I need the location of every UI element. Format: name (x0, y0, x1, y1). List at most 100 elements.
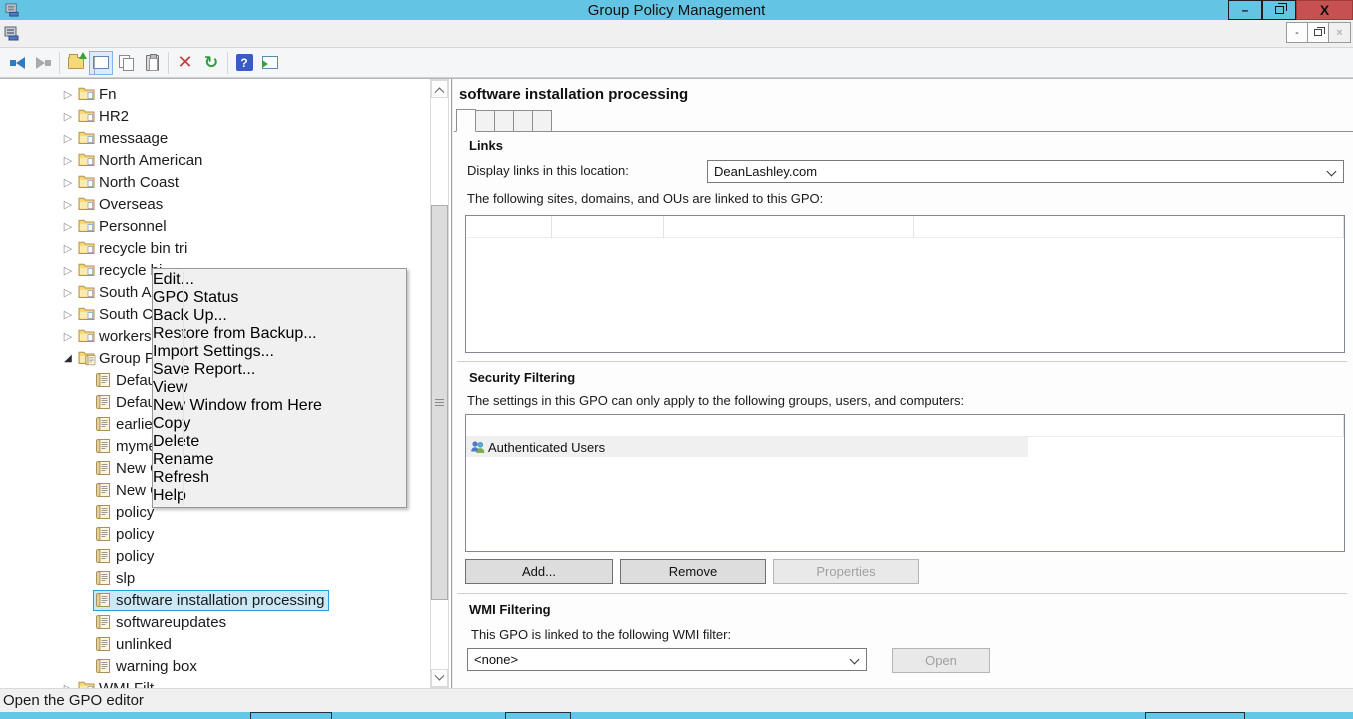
help-button[interactable]: ? (231, 51, 257, 75)
security-filtering-description: The settings in this GPO can only apply … (467, 393, 964, 408)
console-icon (4, 26, 20, 41)
context-menu-item[interactable]: Back Up... (153, 307, 406, 325)
tree-item[interactable]: Personnel (0, 215, 430, 237)
tree-expand-arrow-icon[interactable] (60, 682, 76, 689)
tree-expand-arrow-icon[interactable] (60, 132, 76, 145)
context-menu-item[interactable]: New Window from Here (153, 397, 406, 415)
context-menu-item[interactable]: Save Report... (153, 361, 406, 379)
maximize-button[interactable] (1262, 0, 1296, 20)
tree-item[interactable]: softwareupdates (0, 611, 430, 633)
tree-item-icon (78, 196, 95, 212)
tab[interactable] (475, 110, 495, 131)
scrollbar-down-button[interactable] (431, 669, 448, 687)
tree-item-icon (95, 504, 112, 520)
refresh-button[interactable]: ↻ (198, 51, 224, 75)
tree-item[interactable]: North American (0, 149, 430, 171)
wmi-filter-dropdown[interactable]: <none> (467, 648, 867, 671)
column-header[interactable] (664, 216, 914, 238)
show-console-tree-button[interactable] (89, 51, 113, 75)
remove-button[interactable]: Remove (620, 559, 766, 584)
tree-item-label: unlinked (116, 636, 172, 653)
close-button[interactable]: X (1296, 0, 1353, 20)
column-header[interactable] (552, 216, 664, 238)
location-dropdown[interactable]: DeanLashley.com (707, 160, 1344, 183)
paste-button[interactable] (139, 51, 165, 75)
context-menu-item[interactable]: Copy (153, 415, 406, 433)
minimize-button[interactable]: – (1228, 0, 1262, 20)
context-menu-item-label: Copy (153, 415, 190, 432)
column-header[interactable] (1335, 415, 1344, 437)
tree-item[interactable]: HR2 (0, 105, 430, 127)
export-list-button[interactable] (257, 51, 283, 75)
tree-expand-arrow-icon[interactable] (60, 286, 76, 299)
links-table[interactable] (465, 215, 1345, 353)
tree-expand-arrow-icon[interactable] (60, 264, 76, 277)
scrollbar-up-button[interactable] (431, 80, 448, 98)
tree-scrollbar[interactable] (430, 79, 449, 688)
tree-item[interactable]: warning box (0, 655, 430, 677)
tree-expand-arrow-icon[interactable] (60, 308, 76, 321)
open-button[interactable]: Open (892, 648, 990, 673)
tree-expand-arrow-icon[interactable] (60, 330, 76, 343)
tree-expand-arrow-icon[interactable] (60, 110, 76, 123)
menu-item[interactable] (26, 20, 46, 47)
display-links-label: Display links in this location: (467, 163, 629, 178)
copy-button[interactable] (113, 51, 139, 75)
tree-item[interactable]: slp (0, 567, 430, 589)
context-menu-item[interactable]: Edit... (153, 271, 406, 289)
tree-item-label: myme (116, 438, 157, 455)
context-menu-item[interactable]: Import Settings... (153, 343, 406, 361)
tree-item[interactable]: Fn (0, 83, 430, 105)
mdi-restore-button[interactable] (1308, 23, 1329, 42)
tree-item[interactable]: North Coast (0, 171, 430, 193)
column-header[interactable] (466, 216, 552, 238)
menu-item[interactable] (66, 20, 86, 47)
tree-item[interactable]: Overseas (0, 193, 430, 215)
tree-expand-arrow-icon[interactable] (60, 352, 76, 364)
context-menu-item[interactable]: Delete (153, 433, 406, 451)
up-one-level-button[interactable] (63, 51, 89, 75)
context-menu-item[interactable]: Refresh (153, 469, 406, 487)
mdi-close-button[interactable]: × (1329, 23, 1350, 42)
tree-item[interactable]: WMI Filt (0, 677, 430, 688)
tree-item[interactable]: policy (0, 545, 430, 567)
menu-item[interactable] (106, 20, 126, 47)
delete-button[interactable]: ✕ (172, 51, 198, 75)
tree-item[interactable]: messaage (0, 127, 430, 149)
scrollbar-thumb[interactable] (431, 205, 448, 600)
column-header[interactable] (1335, 216, 1344, 238)
forward-button[interactable] (30, 51, 56, 75)
menu-item[interactable] (46, 20, 66, 47)
context-menu-item[interactable]: View (153, 379, 406, 397)
tree-expand-arrow-icon[interactable] (60, 176, 76, 189)
add-button[interactable]: Add... (465, 559, 613, 584)
column-header[interactable] (914, 216, 1335, 238)
tree-item[interactable]: unlinked (0, 633, 430, 655)
properties-button[interactable]: Properties (773, 559, 919, 584)
tree-expand-arrow-icon[interactable] (60, 242, 76, 255)
security-filtering-table[interactable]: Authenticated Users (465, 414, 1345, 552)
tree-item[interactable]: policy (0, 523, 430, 545)
tab[interactable] (456, 109, 476, 132)
gpmc-window: Group Policy Management – X - × (0, 0, 1353, 719)
tree-item[interactable]: recycle bin tri (0, 237, 430, 259)
paste-icon (146, 55, 159, 71)
column-header[interactable] (466, 415, 1335, 437)
mdi-minimize-button[interactable]: - (1287, 23, 1308, 42)
security-principal-row[interactable]: Authenticated Users (466, 437, 1028, 457)
context-menu-item[interactable]: Rename (153, 451, 406, 469)
context-menu-item[interactable]: GPO Status (153, 289, 406, 307)
tab[interactable] (513, 110, 533, 131)
tree-item-icon (95, 482, 112, 498)
tree-expand-arrow-icon[interactable] (60, 220, 76, 233)
tree-item[interactable]: software installation processing (0, 589, 430, 611)
tree-expand-arrow-icon[interactable] (60, 154, 76, 167)
tab[interactable] (494, 110, 514, 131)
tree-expand-arrow-icon[interactable] (60, 198, 76, 211)
menu-item[interactable] (86, 20, 106, 47)
tree-expand-arrow-icon[interactable] (60, 88, 76, 101)
context-menu-item[interactable]: Help (153, 487, 406, 505)
back-button[interactable] (4, 51, 30, 75)
tab[interactable] (532, 110, 552, 131)
context-menu-item[interactable]: Restore from Backup... (153, 325, 406, 343)
